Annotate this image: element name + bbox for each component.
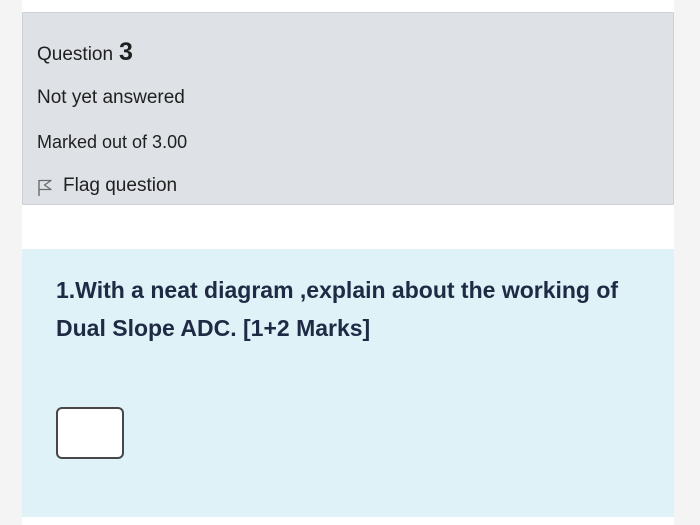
- question-label: Question: [37, 44, 114, 65]
- question-heading: Question 3: [37, 38, 133, 67]
- flag-icon: [37, 179, 53, 197]
- flag-question-button[interactable]: Flag question: [37, 175, 177, 197]
- quiz-page: Question 3 Not yet answered Marked out o…: [22, 0, 674, 525]
- question-text: 1.With a neat diagram ,explain about the…: [56, 277, 619, 341]
- question-content: 1.With a neat diagram ,explain about the…: [22, 249, 674, 517]
- question-number: 3: [119, 38, 133, 66]
- question-grade: Marked out of 3.00: [37, 132, 188, 152]
- answer-input[interactable]: [56, 407, 124, 459]
- question-state: Not yet answered: [37, 87, 185, 108]
- flag-question-label: Flag question: [63, 175, 178, 196]
- question-info-panel: Question 3 Not yet answered Marked out o…: [22, 12, 674, 205]
